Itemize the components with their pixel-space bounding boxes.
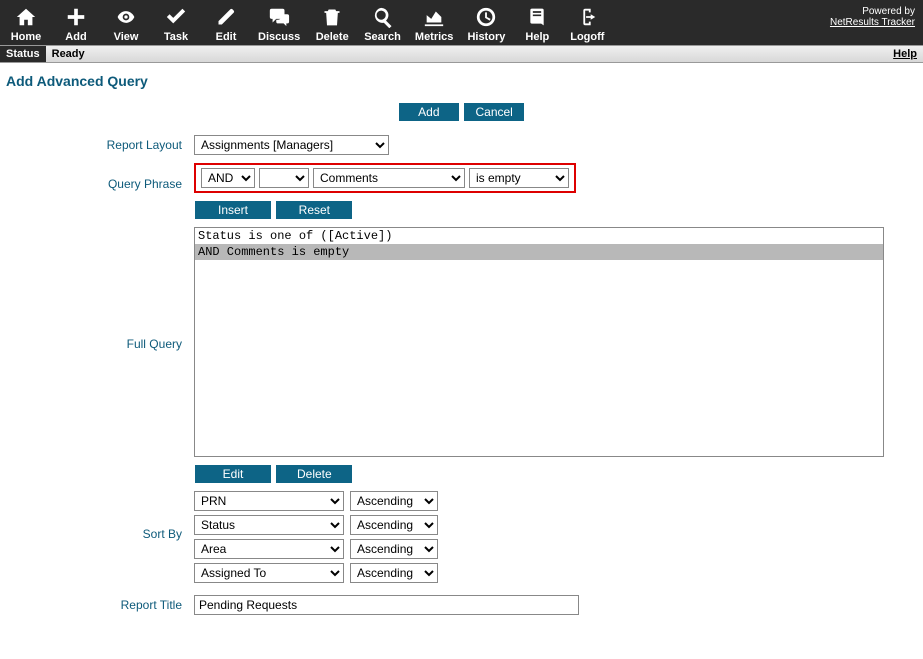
- top-button-row: Add Cancel: [6, 103, 917, 121]
- report-layout-select[interactable]: Assignments [Managers]: [194, 135, 389, 155]
- logoff-button[interactable]: Logoff: [569, 4, 605, 43]
- chat-icon: [266, 6, 292, 28]
- main-toolbar: Home Add View Task Edit Discuss Delete: [0, 0, 923, 45]
- metrics-label: Metrics: [415, 31, 454, 43]
- search-label: Search: [364, 31, 401, 43]
- sort-field-select[interactable]: Assigned To: [194, 563, 344, 583]
- phrase-field-select[interactable]: Comments: [313, 168, 465, 188]
- view-label: View: [114, 31, 139, 43]
- sort-direction-select[interactable]: Ascending: [350, 491, 438, 511]
- query-line[interactable]: AND Comments is empty: [195, 244, 883, 260]
- sort-direction-select[interactable]: Ascending: [350, 515, 438, 535]
- sort-direction-select[interactable]: Ascending: [350, 539, 438, 559]
- report-title-input[interactable]: [194, 595, 579, 615]
- full-query-listbox[interactable]: Status is one of ([Active])AND Comments …: [194, 227, 884, 457]
- toolbar-right: Powered by NetResults Tracker: [830, 4, 915, 28]
- task-label: Task: [164, 31, 188, 43]
- book-icon: [527, 6, 547, 28]
- report-layout-label: Report Layout: [26, 135, 194, 152]
- sort-field-select[interactable]: Area: [194, 539, 344, 559]
- home-label: Home: [11, 31, 42, 43]
- history-button[interactable]: History: [467, 4, 505, 43]
- logout-icon: [576, 6, 598, 28]
- sort-row: Assigned To Ascending: [194, 563, 917, 583]
- query-line[interactable]: Status is one of ([Active]): [195, 228, 883, 244]
- search-button[interactable]: Search: [364, 4, 401, 43]
- metrics-button[interactable]: Metrics: [415, 4, 454, 43]
- delete-button[interactable]: Delete: [314, 4, 350, 43]
- status-help-link[interactable]: Help: [887, 46, 923, 62]
- history-label: History: [467, 31, 505, 43]
- report-title-label: Report Title: [26, 595, 194, 612]
- trash-icon: [322, 6, 342, 28]
- edit-query-button[interactable]: Edit: [195, 465, 271, 483]
- add-label: Add: [65, 31, 86, 43]
- insert-button[interactable]: Insert: [195, 201, 271, 219]
- sort-field-select[interactable]: PRN: [194, 491, 344, 511]
- sort-field-select[interactable]: Status: [194, 515, 344, 535]
- status-title: Status: [0, 46, 46, 62]
- sort-row: PRN Ascending: [194, 491, 917, 511]
- phrase-sub-select[interactable]: [259, 168, 309, 188]
- discuss-label: Discuss: [258, 31, 300, 43]
- query-phrase-label: Query Phrase: [26, 163, 194, 191]
- status-bar: Status Ready Help: [0, 45, 923, 63]
- sort-by-label: Sort By: [26, 491, 194, 541]
- search-icon: [372, 6, 394, 28]
- home-icon: [14, 6, 38, 28]
- task-button[interactable]: Task: [158, 4, 194, 43]
- edit-label: Edit: [216, 31, 237, 43]
- page-title: Add Advanced Query: [6, 73, 917, 89]
- clock-icon: [475, 6, 497, 28]
- discuss-button[interactable]: Discuss: [258, 4, 300, 43]
- sort-direction-select[interactable]: Ascending: [350, 563, 438, 583]
- full-query-label: Full Query: [26, 334, 194, 351]
- delete-label: Delete: [316, 31, 349, 43]
- phrase-operator-select[interactable]: AND: [201, 168, 255, 188]
- logoff-label: Logoff: [570, 31, 604, 43]
- eye-icon: [113, 7, 139, 27]
- delete-query-button[interactable]: Delete: [276, 465, 352, 483]
- view-button[interactable]: View: [108, 4, 144, 43]
- query-phrase-highlight: AND Comments is empty: [194, 163, 576, 193]
- help-label: Help: [525, 31, 549, 43]
- content-area: Add Advanced Query Add Cancel Report Lay…: [0, 63, 923, 659]
- toolbar-left: Home Add View Task Edit Discuss Delete: [8, 4, 605, 43]
- chart-icon: [422, 6, 446, 28]
- sort-row: Status Ascending: [194, 515, 917, 535]
- phrase-condition-select[interactable]: is empty: [469, 168, 569, 188]
- status-value: Ready: [46, 46, 91, 62]
- sort-row: Area Ascending: [194, 539, 917, 559]
- product-link[interactable]: NetResults Tracker: [830, 17, 915, 28]
- edit-button[interactable]: Edit: [208, 4, 244, 43]
- help-button[interactable]: Help: [519, 4, 555, 43]
- powered-by-label: Powered by: [830, 6, 915, 17]
- plus-icon: [65, 6, 87, 28]
- pencil-icon: [216, 6, 236, 28]
- add-button[interactable]: Add: [58, 4, 94, 43]
- add-query-button[interactable]: Add: [399, 103, 459, 121]
- check-icon: [164, 6, 188, 28]
- home-button[interactable]: Home: [8, 4, 44, 43]
- reset-button[interactable]: Reset: [276, 201, 352, 219]
- cancel-button[interactable]: Cancel: [464, 103, 524, 121]
